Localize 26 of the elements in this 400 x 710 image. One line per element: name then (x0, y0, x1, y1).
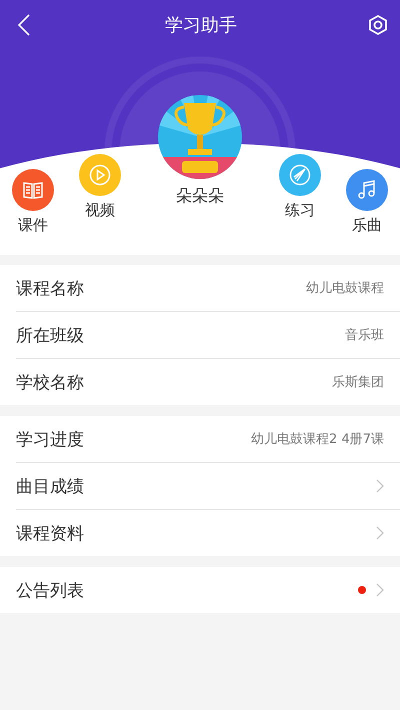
play-icon (89, 164, 111, 186)
row-value: 乐斯集团 (332, 374, 384, 391)
row-label: 曲目成绩 (16, 476, 85, 498)
row-label: 学校名称 (16, 372, 85, 394)
row-label: 公告列表 (16, 580, 85, 602)
book-icon (22, 179, 44, 201)
row-value: 音乐班 (345, 327, 384, 344)
compass-icon (289, 164, 311, 186)
shortcut-label: 练习 (285, 201, 315, 220)
row-value: 幼儿电鼓课程2 4册7课 (251, 431, 384, 448)
music-note-icon (356, 179, 378, 201)
chevron-icon (376, 526, 384, 540)
user-name: 朵朵朵 (176, 186, 224, 207)
page-title: 学习助手 (165, 14, 237, 37)
shortcut-label: 视频 (85, 201, 115, 220)
shortcut-label: 乐曲 (352, 216, 382, 235)
settings-icon (367, 14, 389, 36)
row-label: 所在班级 (16, 324, 85, 346)
chevron-icon (376, 583, 384, 597)
shortcut-label: 课件 (18, 216, 48, 235)
row-value: 幼儿电鼓课程 (306, 280, 384, 297)
chevron-icon (376, 479, 384, 493)
back-icon (17, 13, 31, 37)
row-label: 学习进度 (16, 428, 85, 450)
row-label: 课程资料 (16, 522, 85, 544)
row-label: 课程名称 (16, 278, 85, 300)
